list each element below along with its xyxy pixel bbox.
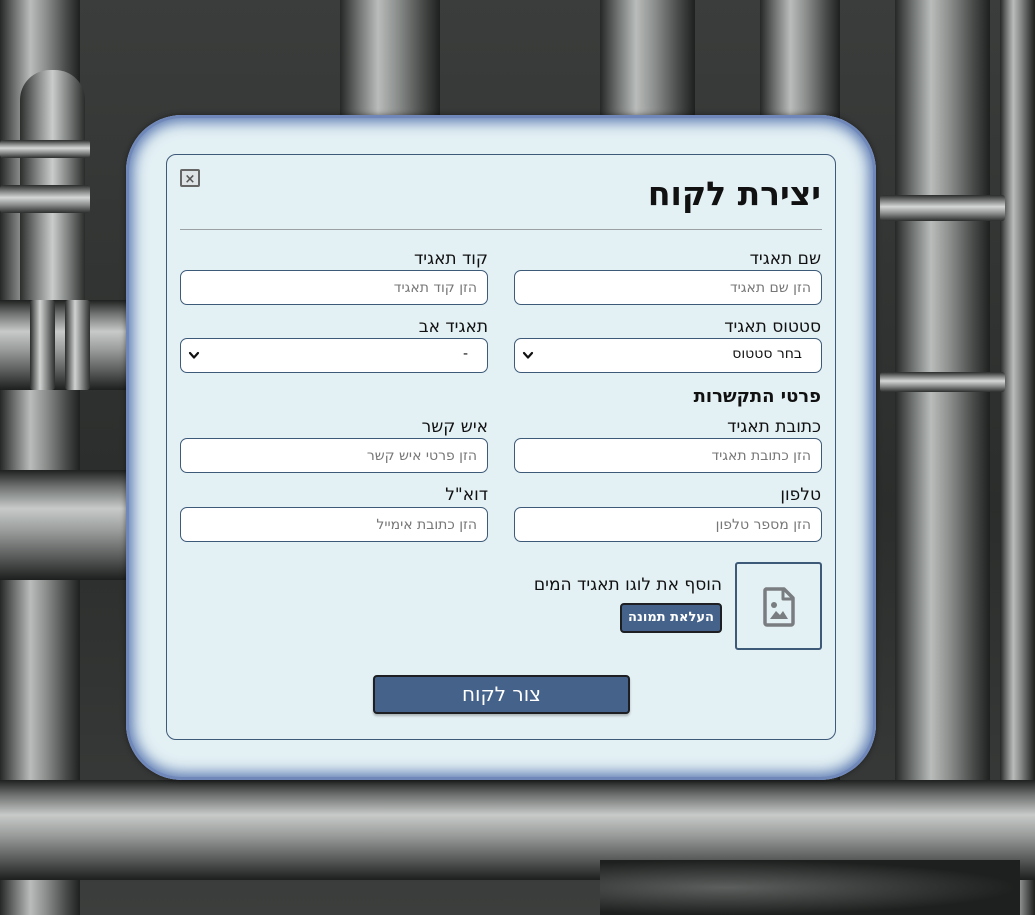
tag-code-input[interactable] xyxy=(180,270,488,305)
tag-name-input[interactable] xyxy=(514,270,822,305)
chevron-down-icon xyxy=(188,351,200,359)
address-input[interactable] xyxy=(514,438,822,473)
pipe-ring xyxy=(0,140,90,158)
create-customer-modal: × יצירת לקוח שם תאגיד קוד תאגיד סטטוס תא… xyxy=(126,115,876,780)
modal-content: × יצירת לקוח שם תאגיד קוד תאגיד סטטוס תא… xyxy=(166,154,836,740)
chevron-down-icon xyxy=(522,351,534,359)
modal-title: יצירת לקוח xyxy=(647,174,821,213)
tag-status-select[interactable]: בחר סטטוס xyxy=(514,338,822,373)
logo-preview[interactable] xyxy=(735,562,822,650)
pipe xyxy=(1000,0,1035,915)
tag-name-label: שם תאגיד xyxy=(749,249,821,269)
email-input[interactable] xyxy=(180,507,488,542)
parent-tag-select[interactable]: - xyxy=(180,338,488,373)
contact-section-title: פרטי התקשרות xyxy=(693,386,821,407)
title-divider xyxy=(180,229,822,230)
logo-instruction: הוסף את לוגו תאגיד המים xyxy=(533,575,722,595)
tag-code-label: קוד תאגיד xyxy=(413,249,488,269)
pipe xyxy=(0,470,140,580)
pipe-ring xyxy=(30,300,55,390)
pipe-end xyxy=(600,860,1020,915)
pipe-ring xyxy=(880,372,1005,392)
address-label: כתובת תאגיד xyxy=(727,417,821,437)
image-file-icon xyxy=(763,587,795,627)
contact-person-label: איש קשר xyxy=(421,417,488,437)
pipe xyxy=(895,0,990,915)
parent-tag-selected: - xyxy=(462,346,468,362)
pipe-ring xyxy=(0,185,90,213)
tag-status-label: סטטוס תאגיד xyxy=(724,317,821,337)
close-icon: × xyxy=(184,172,196,187)
close-button[interactable]: × xyxy=(180,169,200,187)
pipe-ring xyxy=(65,300,90,390)
contact-person-input[interactable] xyxy=(180,438,488,473)
phone-input[interactable] xyxy=(514,507,822,542)
tag-status-selected: בחר סטטוס xyxy=(732,346,802,362)
create-customer-button[interactable]: צור לקוח xyxy=(373,675,630,714)
pipe-ring xyxy=(880,195,1005,221)
parent-tag-label: תאגיד אב xyxy=(418,317,488,337)
upload-image-button[interactable]: העלאת תמונה xyxy=(620,603,722,633)
phone-label: טלפון xyxy=(780,485,821,505)
email-label: דוא"ל xyxy=(445,485,488,505)
